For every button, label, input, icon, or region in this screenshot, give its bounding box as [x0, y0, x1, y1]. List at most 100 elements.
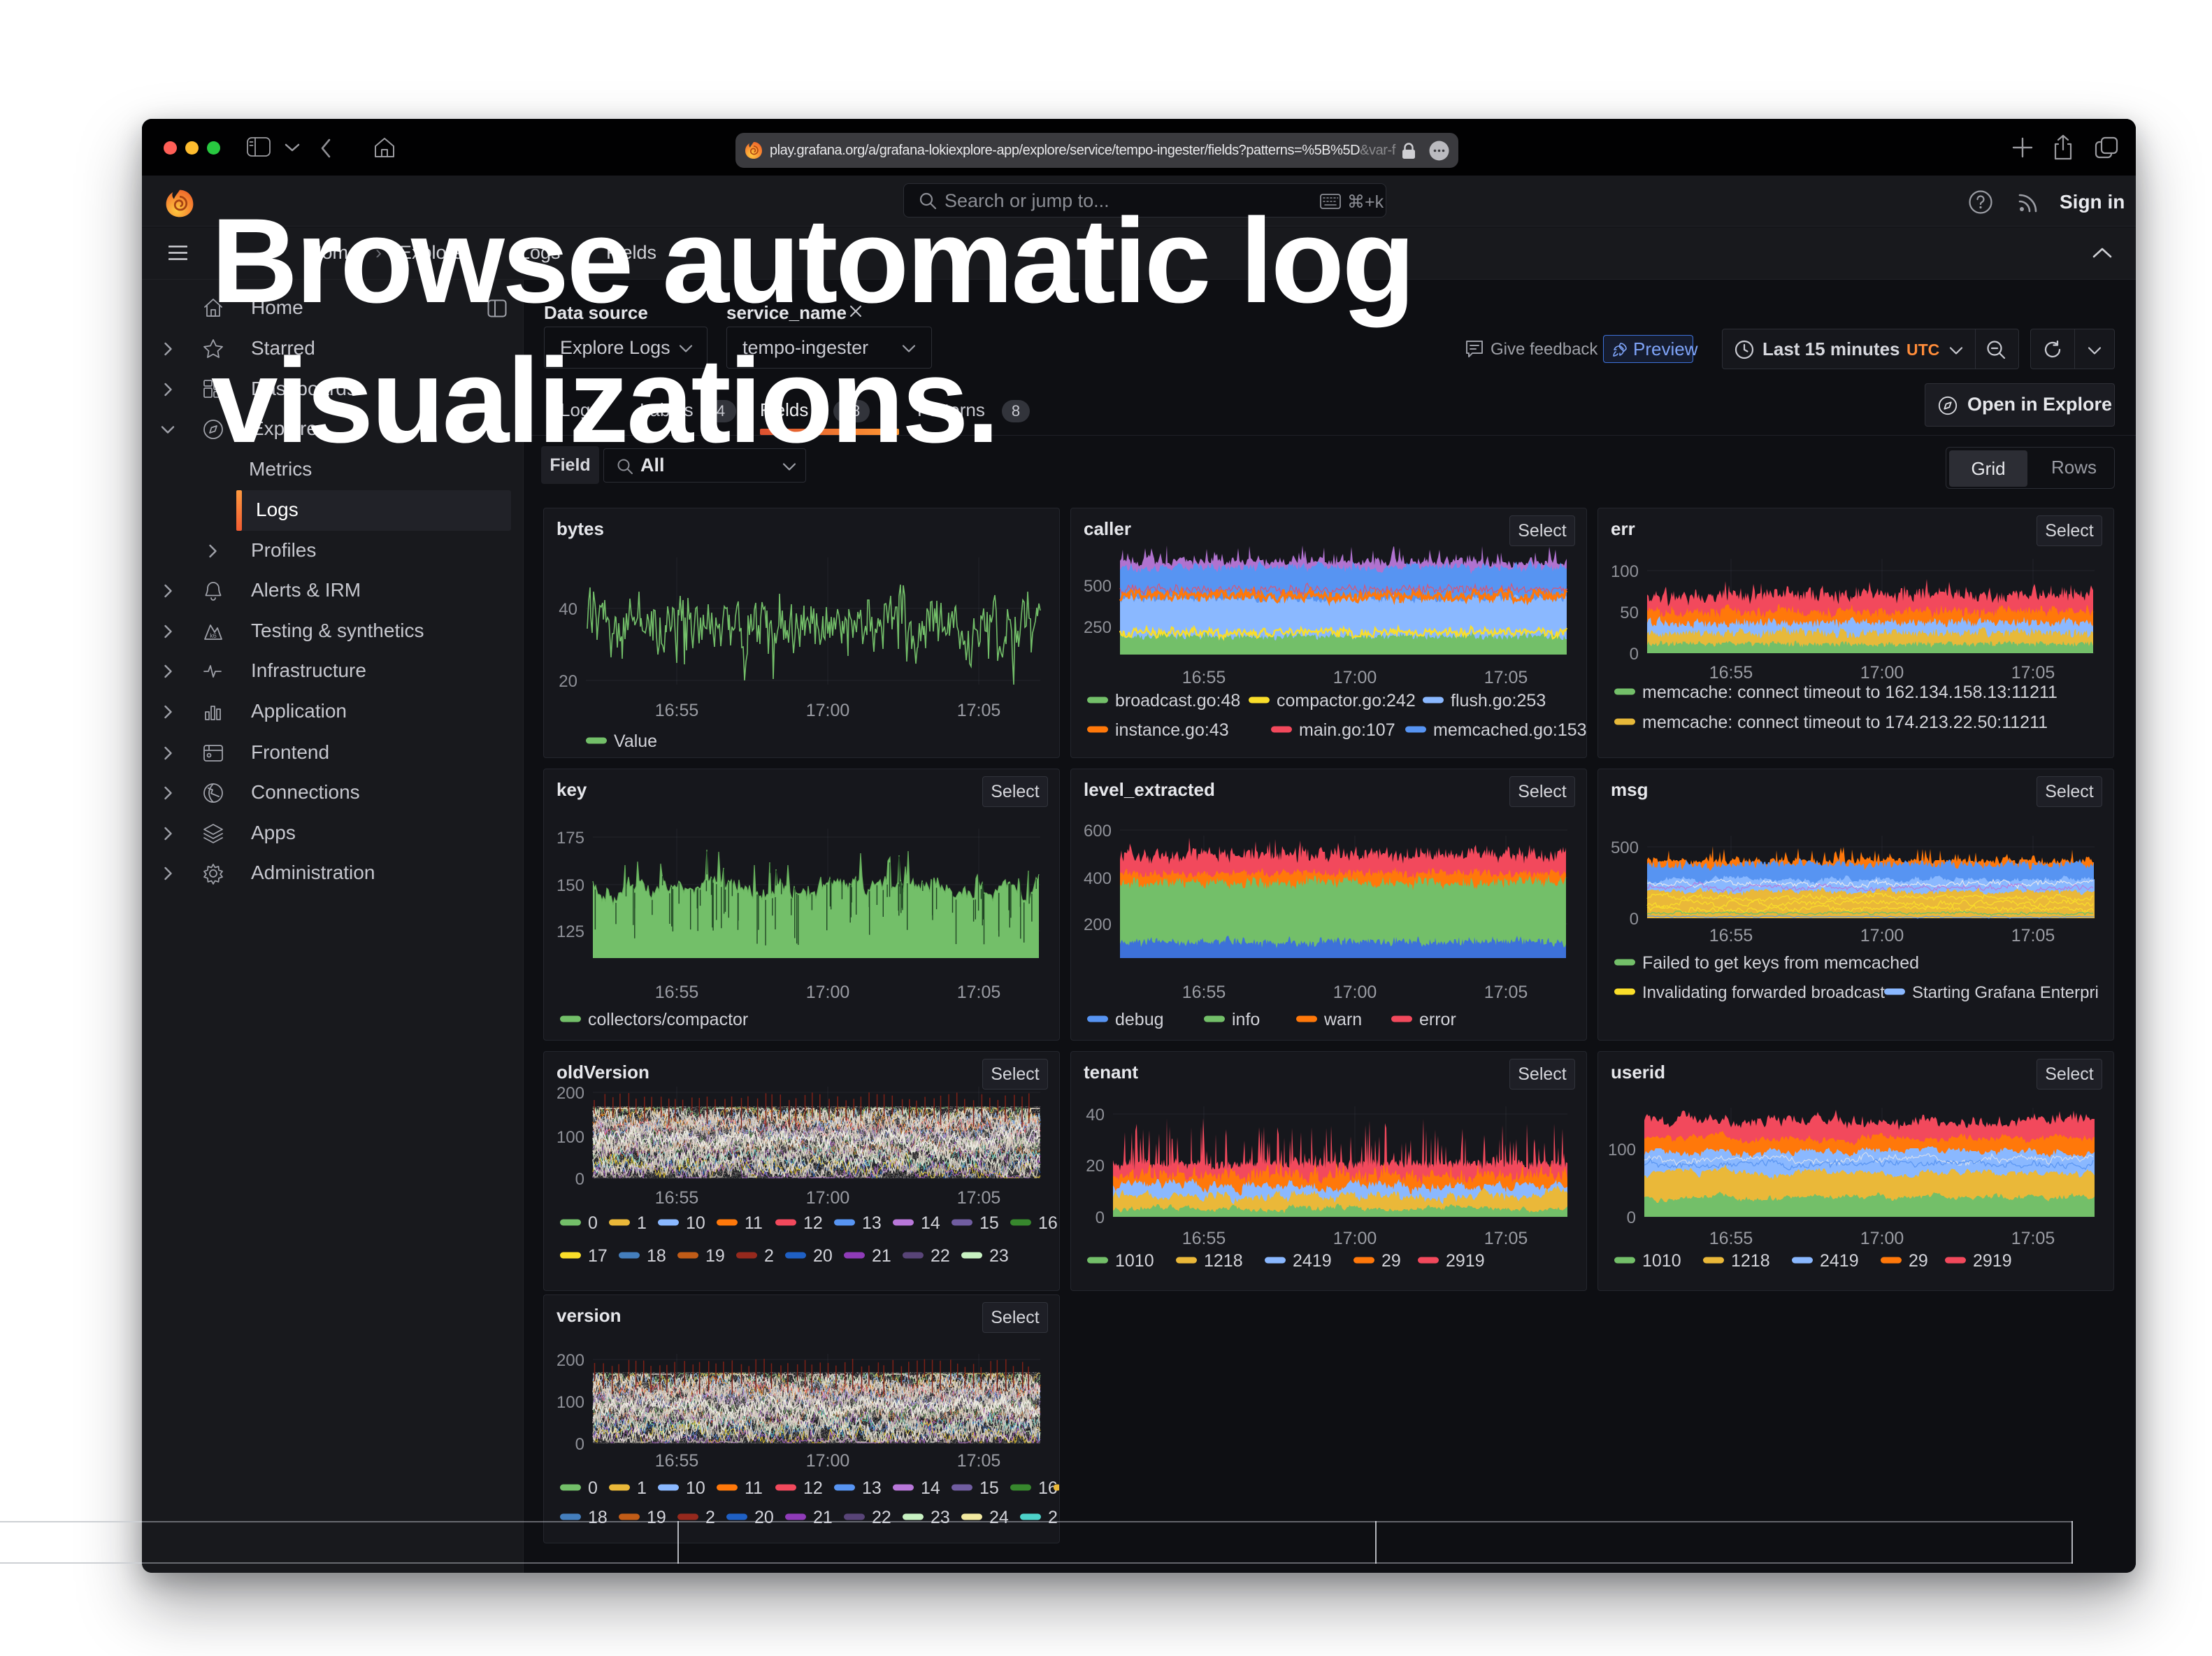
svg-text:2: 2	[1048, 1508, 1058, 1527]
svg-text:Starting Grafana Enterpri: Starting Grafana Enterpri	[1912, 983, 2099, 1002]
svg-text:100: 100	[556, 1393, 584, 1412]
svg-text:memcache: connect timeout to 1: memcache: connect timeout to 162.134.158…	[1642, 683, 2057, 702]
svg-text:13: 13	[862, 1213, 882, 1233]
svg-text:200: 200	[556, 1351, 584, 1370]
svg-text:17:05: 17:05	[2011, 663, 2055, 683]
svg-text:175: 175	[556, 829, 584, 848]
svg-text:29: 29	[1381, 1251, 1401, 1271]
svg-text:250: 250	[1084, 618, 1112, 637]
svg-text:1010: 1010	[1642, 1251, 1681, 1271]
svg-text:19: 19	[705, 1246, 725, 1266]
svg-text:20: 20	[1086, 1157, 1105, 1176]
svg-text:17:00: 17:00	[1860, 926, 1904, 945]
svg-text:Failed to get keys from memcac: Failed to get keys from memcached	[1642, 953, 1919, 973]
svg-text:16:55: 16:55	[1182, 668, 1226, 687]
svg-text:11: 11	[745, 1478, 763, 1498]
svg-text:14: 14	[921, 1213, 940, 1233]
svg-text:16:55: 16:55	[655, 701, 699, 720]
svg-text:14: 14	[921, 1478, 940, 1498]
svg-text:Value: Value	[614, 731, 657, 751]
svg-text:16:55: 16:55	[1182, 1229, 1226, 1248]
svg-text:21: 21	[813, 1508, 833, 1527]
svg-text:22: 22	[872, 1508, 891, 1527]
svg-text:17: 17	[588, 1246, 608, 1266]
svg-text:20: 20	[559, 672, 577, 691]
svg-text:memcache: connect timeout to 1: memcache: connect timeout to 174.213.22.…	[1642, 713, 2048, 732]
svg-text:400: 400	[1084, 869, 1112, 888]
svg-text:200: 200	[1084, 915, 1112, 934]
svg-text:21: 21	[872, 1246, 891, 1266]
svg-text:100: 100	[1608, 1141, 1636, 1159]
svg-text:warn: warn	[1323, 1010, 1362, 1029]
svg-text:17:00: 17:00	[806, 1188, 850, 1208]
svg-text:17:00: 17:00	[1333, 983, 1377, 1002]
svg-text:17:00: 17:00	[806, 983, 850, 1002]
svg-text:17:05: 17:05	[957, 1451, 1001, 1471]
svg-text:2: 2	[764, 1246, 774, 1266]
svg-text:17:00: 17:00	[806, 701, 850, 720]
svg-text:16:55: 16:55	[655, 1451, 699, 1471]
svg-text:18: 18	[647, 1246, 666, 1266]
svg-text:12: 12	[803, 1213, 823, 1233]
svg-text:1: 1	[637, 1478, 647, 1498]
svg-text:collectors/compactor: collectors/compactor	[588, 1010, 748, 1029]
svg-text:11: 11	[745, 1213, 763, 1233]
svg-text:0: 0	[588, 1478, 598, 1498]
svg-text:22: 22	[931, 1246, 950, 1266]
svg-text:2919: 2919	[1446, 1251, 1485, 1271]
svg-text:500: 500	[1084, 577, 1112, 596]
svg-text:20: 20	[754, 1508, 774, 1527]
svg-text:10: 10	[686, 1213, 705, 1233]
svg-text:12: 12	[803, 1478, 823, 1498]
svg-text:40: 40	[559, 600, 577, 619]
svg-text:2: 2	[705, 1508, 715, 1527]
svg-text:17:00: 17:00	[1860, 1229, 1904, 1248]
svg-text:0: 0	[1630, 910, 1639, 929]
svg-text:16:55: 16:55	[655, 1188, 699, 1208]
svg-text:info: info	[1232, 1010, 1260, 1029]
svg-text:1218: 1218	[1731, 1251, 1770, 1271]
svg-text:1: 1	[637, 1213, 647, 1233]
svg-text:Invalidating forwarded broadca: Invalidating forwarded broadcast	[1642, 983, 1885, 1002]
svg-text:1218: 1218	[1204, 1251, 1243, 1271]
svg-text:23: 23	[989, 1246, 1009, 1266]
svg-text:2419: 2419	[1820, 1251, 1859, 1271]
svg-text:0: 0	[575, 1170, 584, 1189]
svg-text:16:55: 16:55	[1182, 983, 1226, 1002]
svg-text:17:05: 17:05	[2011, 1229, 2055, 1248]
svg-text:200: 200	[556, 1084, 584, 1103]
svg-text:40: 40	[1086, 1106, 1105, 1125]
svg-text:17:05: 17:05	[1484, 983, 1528, 1002]
svg-text:17:00: 17:00	[1860, 663, 1904, 683]
svg-text:16:55: 16:55	[655, 983, 699, 1002]
svg-text:19: 19	[647, 1508, 666, 1527]
svg-text:100: 100	[556, 1128, 584, 1147]
svg-text:17:00: 17:00	[806, 1451, 850, 1471]
svg-text:16:55: 16:55	[1709, 926, 1753, 945]
svg-text:125: 125	[556, 922, 584, 941]
svg-text:0: 0	[1096, 1208, 1105, 1227]
svg-text:100: 100	[1611, 562, 1639, 581]
svg-text:50: 50	[1620, 604, 1639, 622]
svg-text:debug: debug	[1115, 1010, 1164, 1029]
svg-text:17:00: 17:00	[1333, 668, 1377, 687]
svg-text:10: 10	[686, 1478, 705, 1498]
svg-text:0: 0	[1627, 1208, 1636, 1227]
svg-text:0: 0	[588, 1213, 598, 1233]
svg-text:17:05: 17:05	[2011, 926, 2055, 945]
svg-text:16: 16	[1038, 1213, 1058, 1233]
svg-text:17:00: 17:00	[1333, 1229, 1377, 1248]
svg-text:15: 15	[979, 1478, 999, 1498]
svg-text:13: 13	[862, 1478, 882, 1498]
svg-text:main.go:107: main.go:107	[1299, 720, 1395, 740]
svg-text:0: 0	[1630, 645, 1639, 664]
svg-text:17:05: 17:05	[957, 1188, 1001, 1208]
svg-text:15: 15	[979, 1213, 999, 1233]
svg-text:1010: 1010	[1115, 1251, 1154, 1271]
svg-text:17:05: 17:05	[957, 983, 1001, 1002]
svg-text:20: 20	[813, 1246, 833, 1266]
svg-text:compactor.go:242: compactor.go:242	[1277, 691, 1416, 711]
svg-text:17:05: 17:05	[1484, 668, 1528, 687]
svg-text:23: 23	[931, 1508, 950, 1527]
svg-text:0: 0	[575, 1435, 584, 1454]
